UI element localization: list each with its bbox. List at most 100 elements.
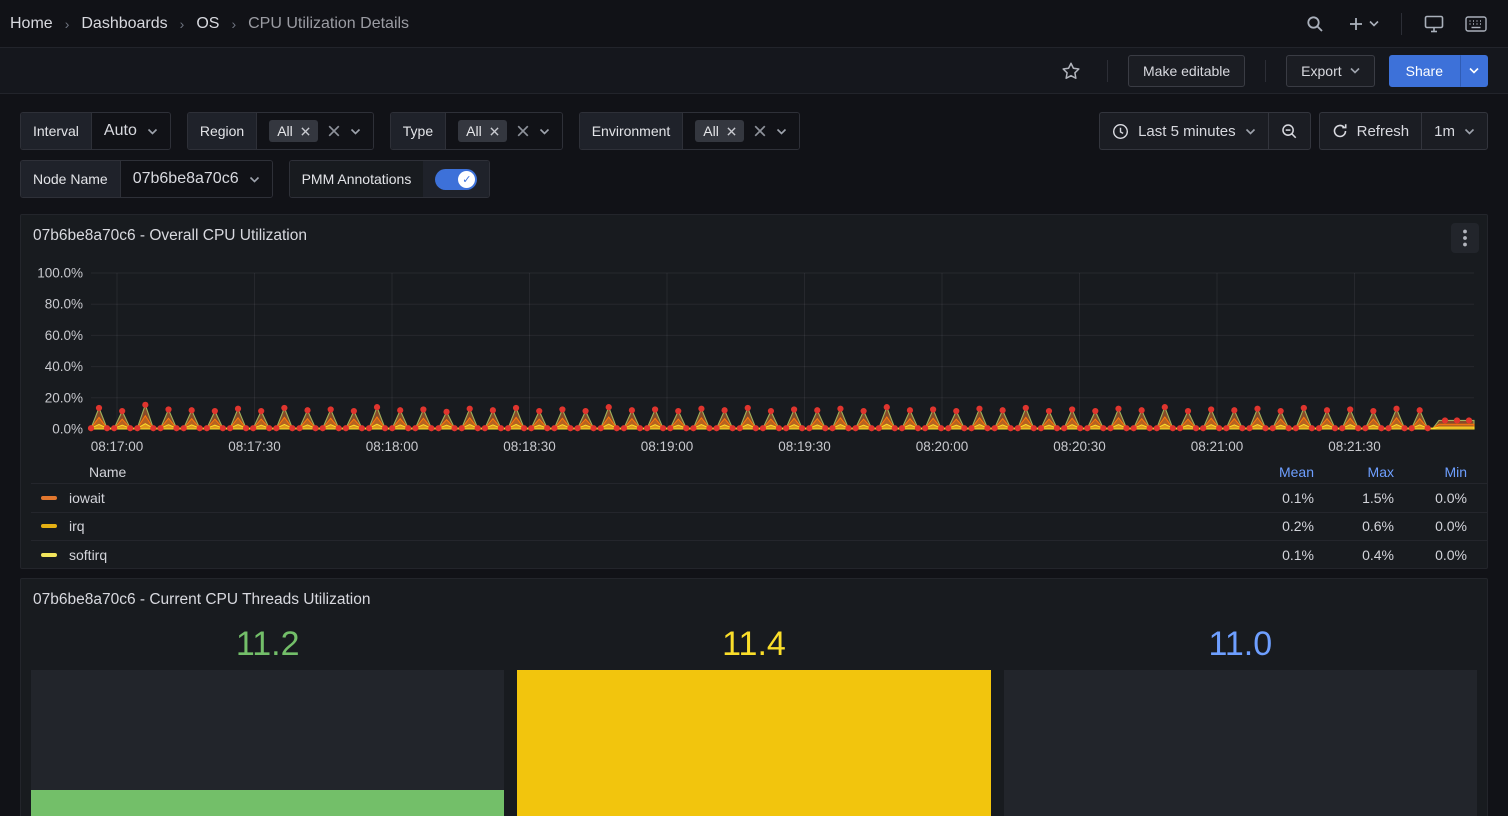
panel-title[interactable]: 07b6be8a70c6 - Current CPU Threads Utili…	[21, 579, 1487, 615]
gauge-thread-2[interactable]: 11.4	[517, 625, 990, 816]
divider	[1401, 13, 1402, 35]
dashboard-controls: Interval Auto Region All	[0, 94, 1508, 198]
cpu-utilization-chart[interactable]: 0.0%20.0%40.0%60.0%80.0%100.0%08:17:0008…	[29, 263, 1481, 459]
region-chip-label: All	[277, 123, 293, 139]
export-button[interactable]: Export	[1286, 55, 1374, 87]
legend-header-name[interactable]: Name	[31, 464, 1224, 480]
pmm-annotations-toggle-wrap: ✓	[423, 161, 489, 197]
legend-header-mean[interactable]: Mean	[1224, 464, 1314, 480]
breadcrumb-os[interactable]: OS	[196, 15, 219, 33]
breadcrumb-current-page: CPU Utilization Details	[248, 15, 409, 33]
zoom-out-time-range-button[interactable]	[1268, 112, 1311, 150]
export-label: Export	[1301, 63, 1341, 79]
divider	[1265, 60, 1266, 82]
panel-menu-icon[interactable]	[1451, 223, 1479, 253]
interval-select[interactable]: Auto	[92, 113, 170, 149]
svg-text:08:19:00: 08:19:00	[641, 439, 694, 454]
share-menu-caret[interactable]	[1460, 55, 1488, 87]
search-icon[interactable]	[1299, 8, 1331, 40]
gauge-bar-fill	[31, 790, 504, 816]
legend-row-softirq: softirq 0.1% 0.4% 0.0%	[31, 540, 1487, 569]
stat-max: 0.6%	[1314, 518, 1394, 534]
chevron-down-icon	[147, 128, 158, 135]
svg-text:20.0%: 20.0%	[45, 390, 83, 405]
svg-text:08:21:30: 08:21:30	[1328, 439, 1381, 454]
star-icon[interactable]	[1055, 55, 1087, 87]
time-controls: Last 5 minutes Refresh 1m	[1099, 112, 1488, 150]
legend-series-irq[interactable]: irq	[31, 518, 1224, 534]
clear-selection-icon[interactable]	[328, 125, 340, 137]
pmm-annotations-label: PMM Annotations	[290, 161, 424, 197]
add-menu-button[interactable]	[1341, 8, 1385, 40]
breadcrumb-separator: ›	[231, 16, 236, 32]
node-name-select[interactable]: 07b6be8a70c6	[121, 161, 272, 197]
breadcrumb: Home › Dashboards › OS › CPU Utilization…	[10, 15, 409, 33]
breadcrumb-separator: ›	[180, 16, 185, 32]
chevron-down-icon	[776, 128, 787, 135]
pmm-annotations-control: PMM Annotations ✓	[289, 160, 491, 198]
clear-selection-icon[interactable]	[517, 125, 529, 137]
divider	[1107, 60, 1108, 82]
legend-header-row: Name Mean Max Min	[31, 461, 1487, 483]
share-button[interactable]: Share	[1389, 55, 1460, 87]
stat-max: 1.5%	[1314, 490, 1394, 506]
legend-series-iowait[interactable]: iowait	[31, 490, 1224, 506]
interval-variable: Interval Auto	[20, 112, 171, 150]
gauge-value: 11.4	[722, 625, 786, 663]
node-name-value: 07b6be8a70c6	[133, 170, 239, 188]
make-editable-button[interactable]: Make editable	[1128, 55, 1245, 87]
region-chip-all[interactable]: All	[269, 120, 318, 142]
refresh-interval-value: 1m	[1434, 123, 1455, 140]
legend-row-iowait: iowait 0.1% 1.5% 0.0%	[31, 483, 1487, 512]
stat-max: 0.4%	[1314, 547, 1394, 563]
stat-min: 0.0%	[1394, 518, 1467, 534]
panel-title[interactable]: 07b6be8a70c6 - Overall CPU Utilization	[21, 215, 1487, 251]
toggle-check-icon: ✓	[458, 171, 475, 188]
pmm-annotations-toggle[interactable]: ✓	[435, 169, 477, 190]
gauge-value: 11.0	[1208, 625, 1272, 663]
svg-text:08:20:00: 08:20:00	[916, 439, 969, 454]
environment-select[interactable]: All	[683, 113, 799, 149]
top-nav: Home › Dashboards › OS › CPU Utilization…	[0, 0, 1508, 48]
gauge-thread-3[interactable]: 11.0	[1004, 625, 1477, 816]
legend-header-min[interactable]: Min	[1394, 464, 1467, 480]
svg-text:08:18:30: 08:18:30	[503, 439, 556, 454]
series-color-swatch	[41, 524, 57, 528]
svg-text:0.0%: 0.0%	[52, 422, 83, 437]
top-nav-actions	[1299, 8, 1492, 40]
keyboard-shortcuts-icon[interactable]	[1460, 8, 1492, 40]
type-select[interactable]: All	[446, 113, 562, 149]
gauge-bar-track	[31, 670, 504, 816]
time-range-picker[interactable]: Last 5 minutes	[1099, 112, 1268, 150]
refresh-button[interactable]: Refresh	[1319, 112, 1422, 150]
environment-chip-all[interactable]: All	[695, 120, 744, 142]
clear-selection-icon[interactable]	[754, 125, 766, 137]
stat-min: 0.0%	[1394, 490, 1467, 506]
legend-series-softirq[interactable]: softirq	[31, 547, 1224, 563]
refresh-interval-select[interactable]: 1m	[1421, 112, 1488, 150]
interval-value: Auto	[104, 122, 137, 140]
legend-header-max[interactable]: Max	[1314, 464, 1394, 480]
type-label: Type	[391, 113, 446, 149]
chevron-down-icon	[249, 176, 260, 183]
svg-text:60.0%: 60.0%	[45, 328, 83, 343]
variables-row-2: Node Name 07b6be8a70c6 PMM Annotations ✓	[20, 160, 1488, 198]
chevron-down-icon	[1350, 67, 1360, 74]
svg-text:08:17:30: 08:17:30	[228, 439, 281, 454]
remove-icon	[490, 127, 499, 136]
breadcrumb-dashboards[interactable]: Dashboards	[81, 15, 167, 33]
type-chip-label: All	[466, 123, 482, 139]
refresh-icon	[1332, 123, 1348, 139]
gauge-thread-1[interactable]: 11.2	[31, 625, 504, 816]
breadcrumb-home[interactable]: Home	[10, 15, 53, 33]
svg-text:08:20:30: 08:20:30	[1053, 439, 1106, 454]
svg-text:40.0%: 40.0%	[45, 359, 83, 374]
share-button-group: Share	[1389, 55, 1488, 87]
type-chip-all[interactable]: All	[458, 120, 507, 142]
region-select[interactable]: All	[257, 113, 373, 149]
series-color-swatch	[41, 553, 57, 557]
series-name: irq	[69, 518, 85, 534]
kiosk-mode-icon[interactable]	[1418, 8, 1450, 40]
remove-icon	[727, 127, 736, 136]
series-name: softirq	[69, 547, 107, 563]
